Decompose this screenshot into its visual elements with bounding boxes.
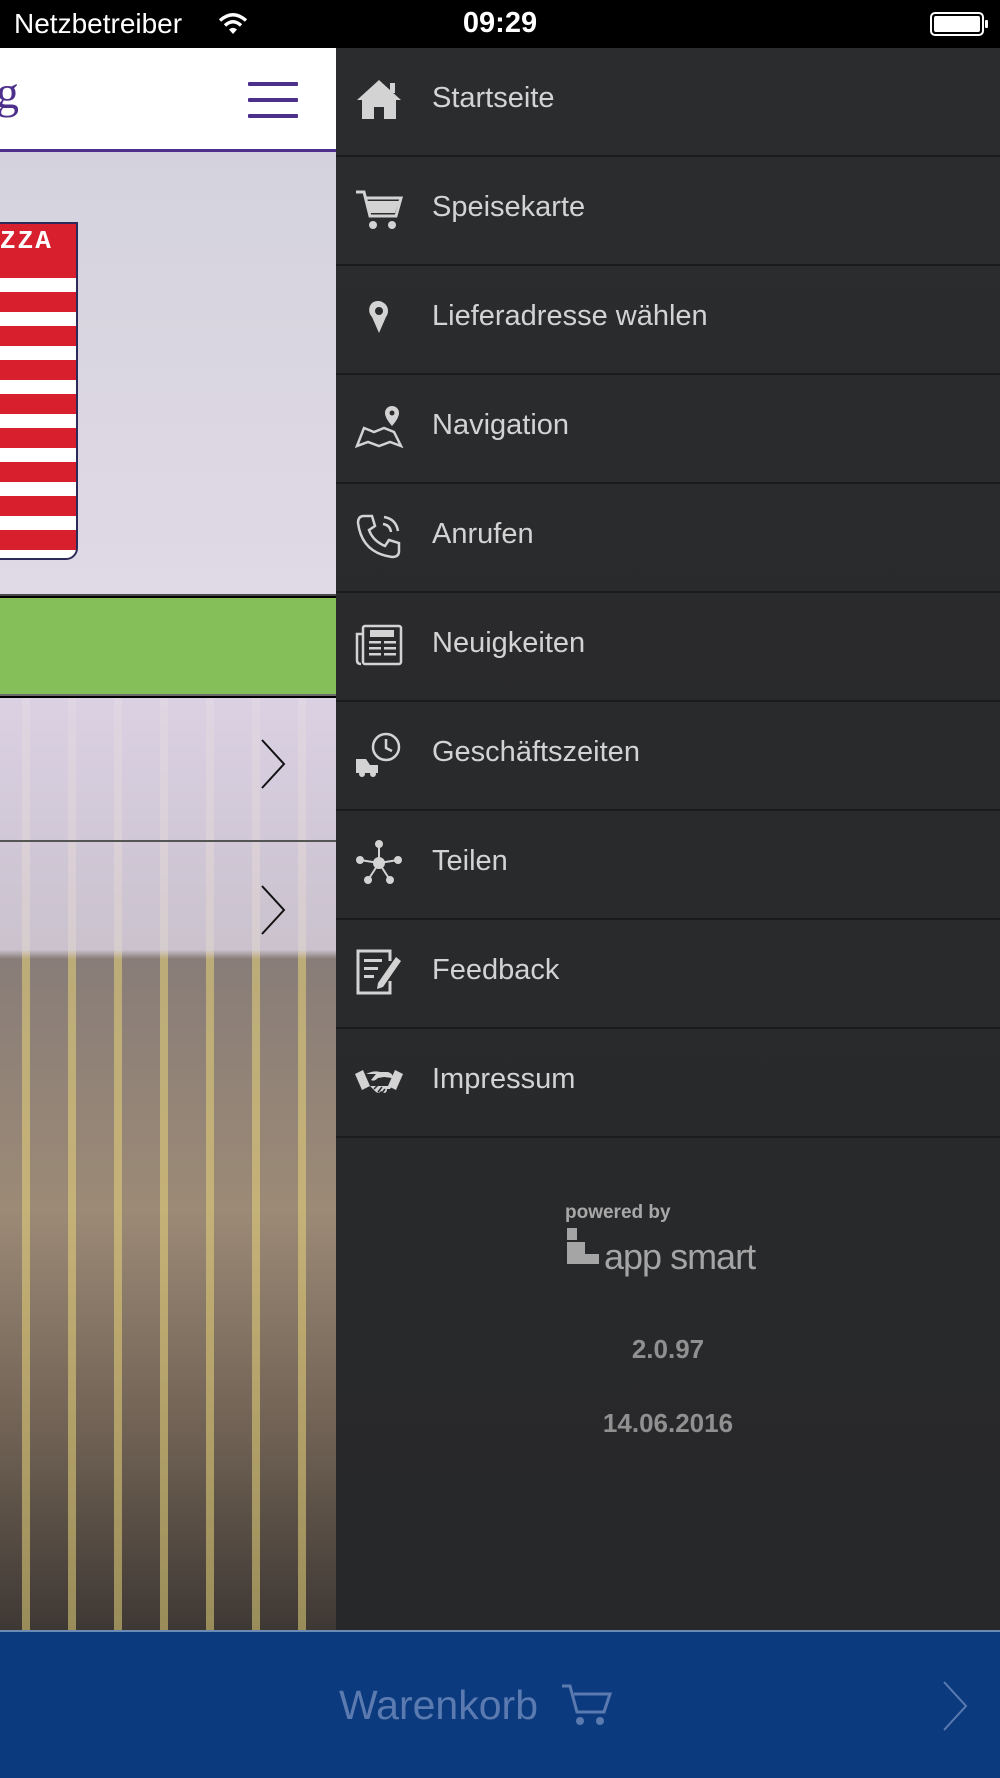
hero-banner: ZZA xyxy=(0,152,336,596)
side-menu: Startseite Speisekarte Lieferadresse wäh… xyxy=(336,48,1000,1630)
menu-item-label: Speisekarte xyxy=(432,191,586,223)
menu-item-speisekarte[interactable]: Speisekarte xyxy=(336,157,1000,266)
hamburger-menu-icon[interactable] xyxy=(248,82,298,118)
app-date: 14.06.2016 xyxy=(602,1408,734,1438)
status-bar: Netzbetreiber 09:29 xyxy=(0,0,1000,48)
app-smart-logo-icon xyxy=(567,1228,599,1264)
cart-icon xyxy=(562,1684,612,1725)
city-background xyxy=(0,698,336,1630)
menu-item-label: Neuigkeiten xyxy=(432,627,586,659)
cart-bar[interactable]: Warenkorb xyxy=(0,1630,1000,1778)
menu-item-teilen[interactable]: Teilen xyxy=(336,811,1000,920)
menu-item-feedback[interactable]: Feedback xyxy=(336,920,1000,1029)
menu-item-startseite[interactable]: Startseite xyxy=(336,48,1000,157)
share-icon xyxy=(356,840,402,884)
menu-item-geschaeftszeiten[interactable]: Geschäftszeiten xyxy=(336,702,1000,811)
map-icon xyxy=(354,406,404,449)
delivery-clock-icon xyxy=(356,732,401,777)
chevron-right-icon[interactable] xyxy=(940,1680,970,1732)
pizza-logo-text: ZZA xyxy=(0,224,76,258)
app-title-fragment: g xyxy=(0,67,19,118)
menu-item-label: Lieferadresse wählen xyxy=(432,300,708,332)
powered-by-label: powered by xyxy=(565,1202,671,1223)
menu-item-impressum[interactable]: Impressum xyxy=(336,1029,1000,1138)
feedback-icon xyxy=(356,949,401,995)
pizza-logo: ZZA xyxy=(0,222,78,560)
row-divider xyxy=(0,840,336,842)
handshake-icon xyxy=(355,1070,403,1094)
menu-item-lieferadresse[interactable]: Lieferadresse wählen xyxy=(336,266,1000,375)
newspaper-icon xyxy=(355,624,403,666)
menu-item-neuigkeiten[interactable]: Neuigkeiten xyxy=(336,593,1000,702)
menu-item-label: Feedback xyxy=(432,954,560,986)
home-icon xyxy=(357,80,401,119)
menu-item-label: Navigation xyxy=(432,409,570,441)
cart-icon xyxy=(356,190,403,229)
location-pin-icon xyxy=(369,301,388,333)
app-smart-brand: app smart xyxy=(604,1236,756,1277)
menu-item-label: Startseite xyxy=(432,82,555,114)
app-version: 2.0.97 xyxy=(631,1334,705,1364)
cart-label: Warenkorb xyxy=(339,1682,538,1728)
menu-item-label: Teilen xyxy=(432,845,508,877)
app-header: g xyxy=(0,48,336,152)
background-app: g ZZA xyxy=(0,48,336,1630)
menu-item-navigation[interactable]: Navigation xyxy=(336,375,1000,484)
menu-item-label: Anrufen xyxy=(432,518,534,550)
chevron-right-icon[interactable] xyxy=(258,884,288,936)
phone-icon xyxy=(356,514,401,559)
chevron-right-icon[interactable] xyxy=(258,738,288,790)
menu-item-anrufen[interactable]: Anrufen xyxy=(336,484,1000,593)
status-time: 09:29 xyxy=(462,7,538,39)
battery-icon xyxy=(930,12,988,36)
green-banner[interactable] xyxy=(0,598,336,696)
menu-item-label: Impressum xyxy=(432,1063,576,1095)
menu-item-label: Geschäftszeiten xyxy=(432,736,640,768)
